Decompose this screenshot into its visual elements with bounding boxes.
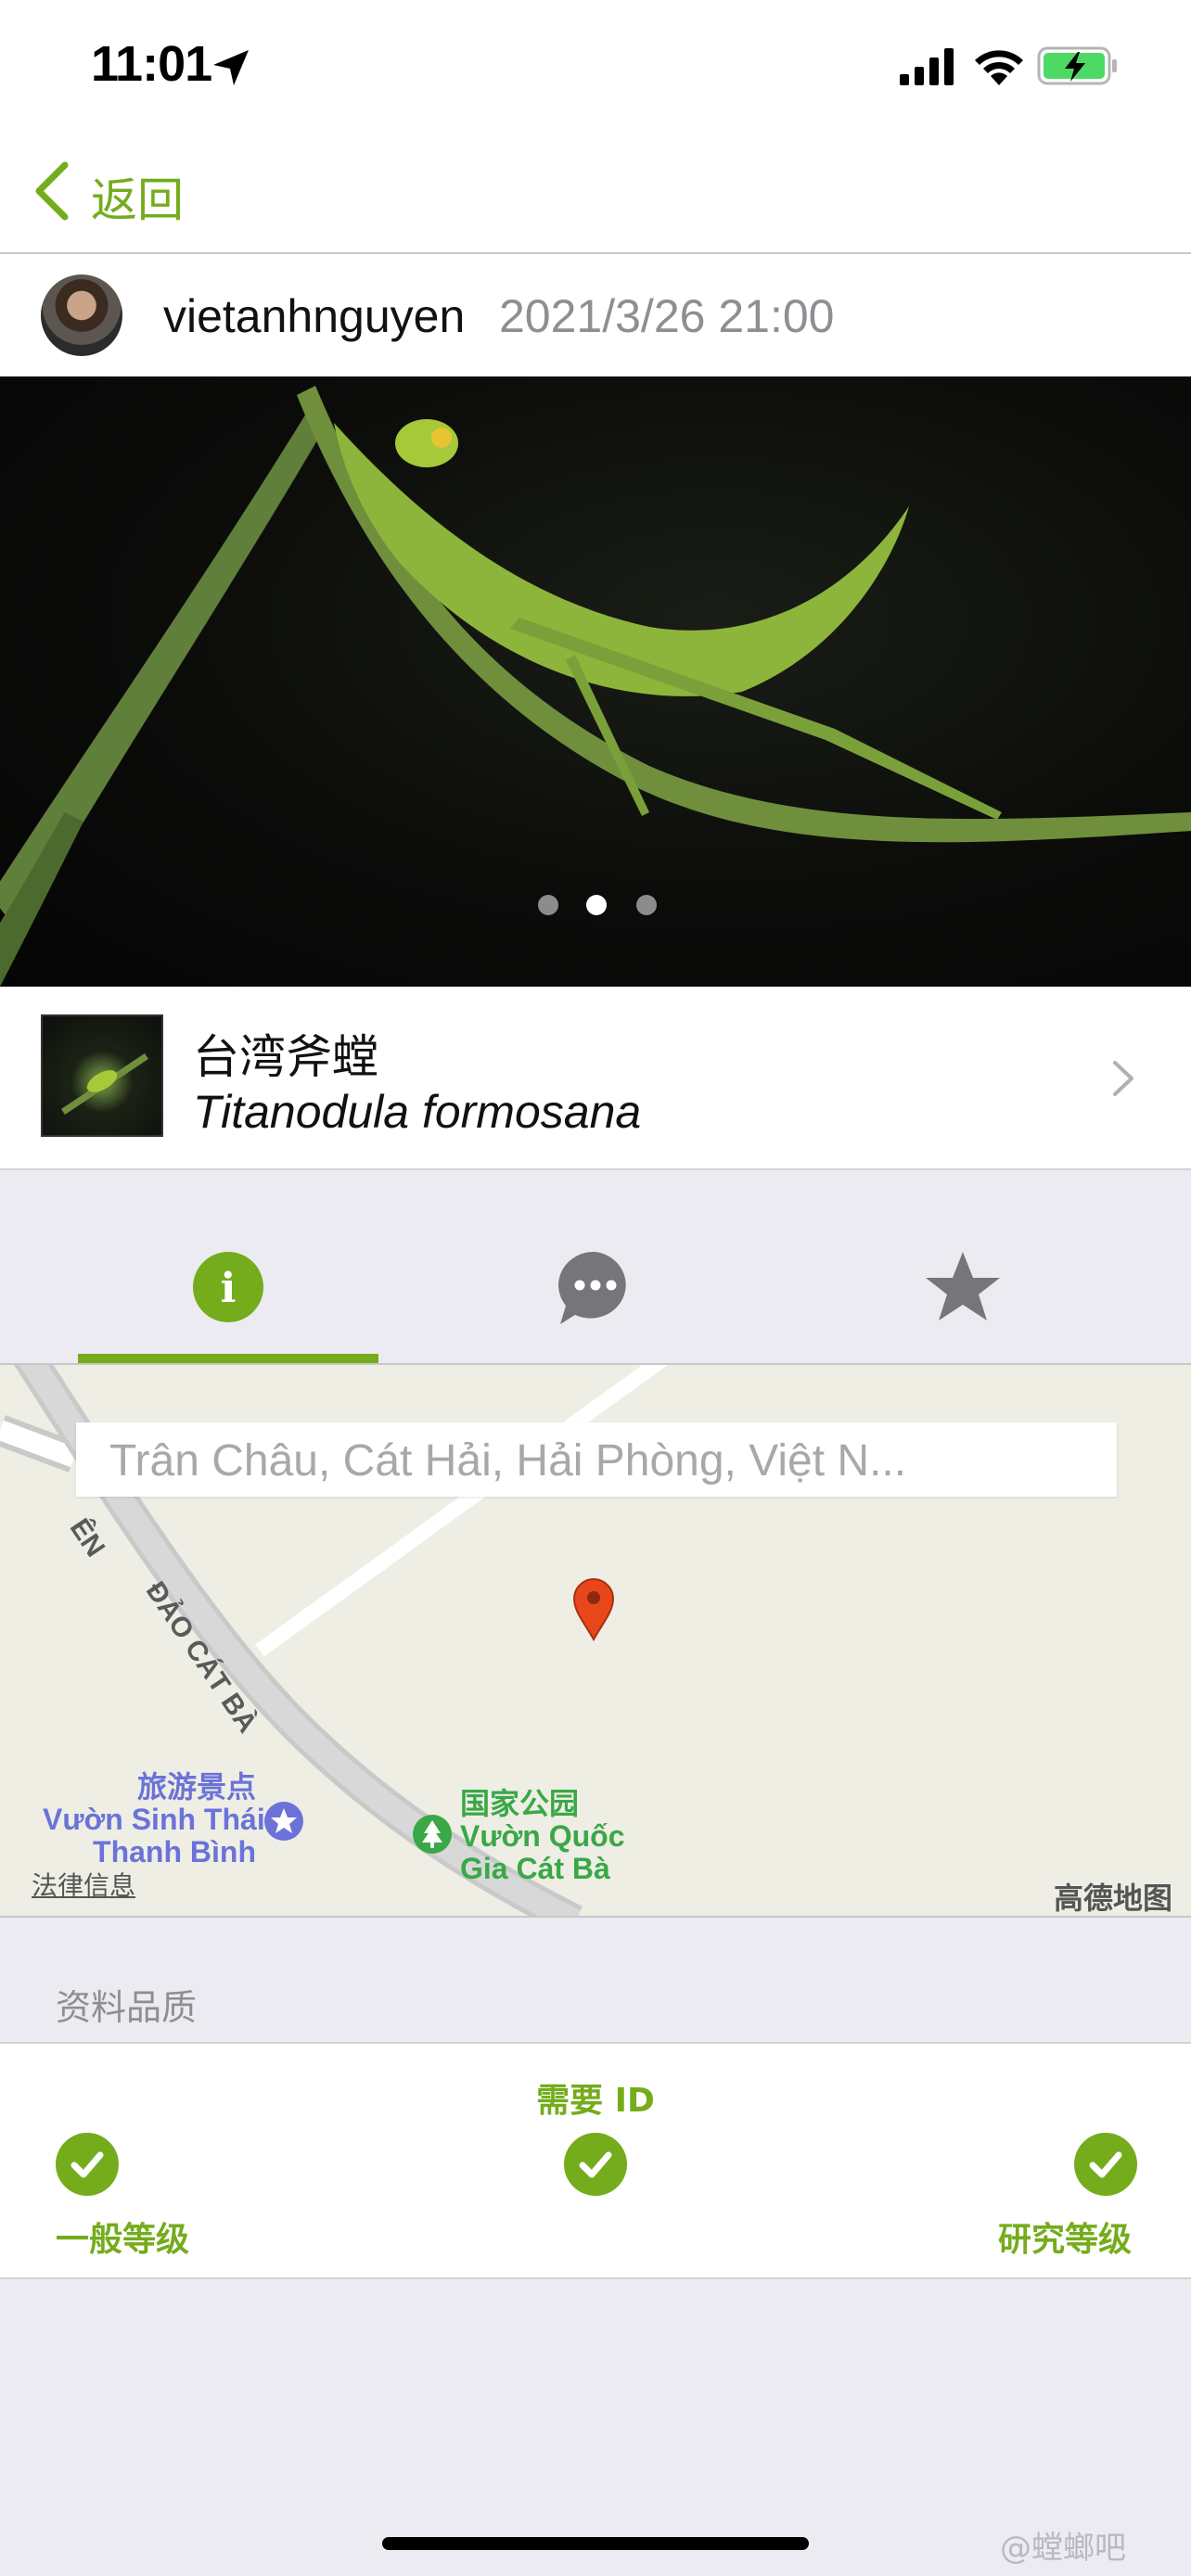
map-provider-logo: 高德地图 <box>1054 1881 1173 1916</box>
check-icon <box>564 2133 627 2196</box>
chevron-left-icon <box>35 161 69 221</box>
detail-tabs: i <box>0 1170 1191 1363</box>
status-time: 11:01 <box>91 36 212 92</box>
poi-park-name-2: Gia Cát Bà <box>460 1852 610 1886</box>
info-icon: i <box>193 1252 263 1322</box>
observation-photo[interactable] <box>0 376 1191 987</box>
status-bar: 11:01 <box>0 0 1191 130</box>
svg-text:i: i <box>221 1265 237 1312</box>
location-arrow-icon <box>213 50 249 85</box>
page-dot[interactable] <box>636 895 657 915</box>
current-quality-grade: 需要 ID <box>536 2082 655 2120</box>
tab-info[interactable]: i <box>80 1170 377 1363</box>
map-pin-icon[interactable] <box>571 1576 616 1641</box>
page-dot[interactable] <box>538 895 558 915</box>
poi-tourist-name-1: Vườn Sinh Thái <box>43 1803 265 1837</box>
cellular-signal-icon <box>900 48 954 85</box>
park-tree-icon[interactable] <box>412 1814 453 1855</box>
poi-park-category: 国家公园 <box>460 1787 580 1820</box>
casual-grade-label: 一般等级 <box>56 2221 190 2259</box>
chevron-right-icon <box>1113 1061 1133 1096</box>
username[interactable]: vietanhnguyen <box>163 289 465 343</box>
data-quality-panel: 需要 ID 一般等级 研究等级 <box>0 2042 1191 2279</box>
active-tab-indicator <box>78 1354 378 1363</box>
watermark: @螳螂吧 <box>1000 2530 1126 2567</box>
photo-pager[interactable] <box>0 376 1191 987</box>
check-icon <box>56 2133 119 2196</box>
avatar[interactable] <box>41 274 122 356</box>
poi-park-label[interactable]: 国家公园 Vườn Quốc Gia Cát Bà <box>460 1787 625 1886</box>
tab-comments[interactable] <box>447 1170 744 1363</box>
battery-charging-icon <box>1037 46 1117 85</box>
wifi-icon <box>975 50 1023 85</box>
taxon-row[interactable]: 台湾斧螳 Titanodula formosana <box>0 987 1191 1170</box>
legal-info-link[interactable]: 法律信息 <box>32 1866 135 1903</box>
check-icon <box>1074 2133 1137 2196</box>
home-indicator[interactable] <box>382 2537 809 2550</box>
chat-bubble-icon <box>558 1251 626 1324</box>
observer-row[interactable]: vietanhnguyen 2021/3/26 21:00 <box>0 254 1191 376</box>
taxon-scientific-name: Titanodula formosana <box>193 1086 642 1138</box>
location-text-box: Trân Châu, Cát Hải, Hải Phòng, Việt N... <box>76 1422 1117 1497</box>
back-label: 返回 <box>91 173 184 227</box>
data-quality-header: 资料品质 <box>56 1987 198 2028</box>
location-map[interactable]: ÊN ĐẢO CÁT BÀ Trân Châu, Cát Hải, Hải Ph… <box>0 1363 1191 1918</box>
taxon-thumbnail <box>41 1014 163 1137</box>
star-icon <box>926 1252 1000 1320</box>
observation-timestamp: 2021/3/26 21:00 <box>499 290 835 342</box>
poi-tourist-label[interactable]: 旅游景点 Vườn Sinh Thái Thanh Bình <box>43 1770 265 1869</box>
research-grade-label: 研究等级 <box>998 2221 1133 2259</box>
location-text: Trân Châu, Cát Hải, Hải Phòng, Việt N... <box>109 1436 907 1486</box>
tab-favorites[interactable] <box>814 1170 1111 1363</box>
tourist-spot-icon[interactable] <box>263 1801 304 1842</box>
taxon-common-name: 台湾斧螳 <box>193 1030 378 1084</box>
poi-tourist-name-2: Thanh Bình <box>93 1835 256 1869</box>
page-dot-active[interactable] <box>586 895 607 915</box>
poi-park-name-1: Vườn Quốc <box>460 1819 625 1854</box>
navigation-bar: 返回 <box>0 130 1191 254</box>
poi-tourist-category: 旅游景点 <box>136 1770 256 1804</box>
